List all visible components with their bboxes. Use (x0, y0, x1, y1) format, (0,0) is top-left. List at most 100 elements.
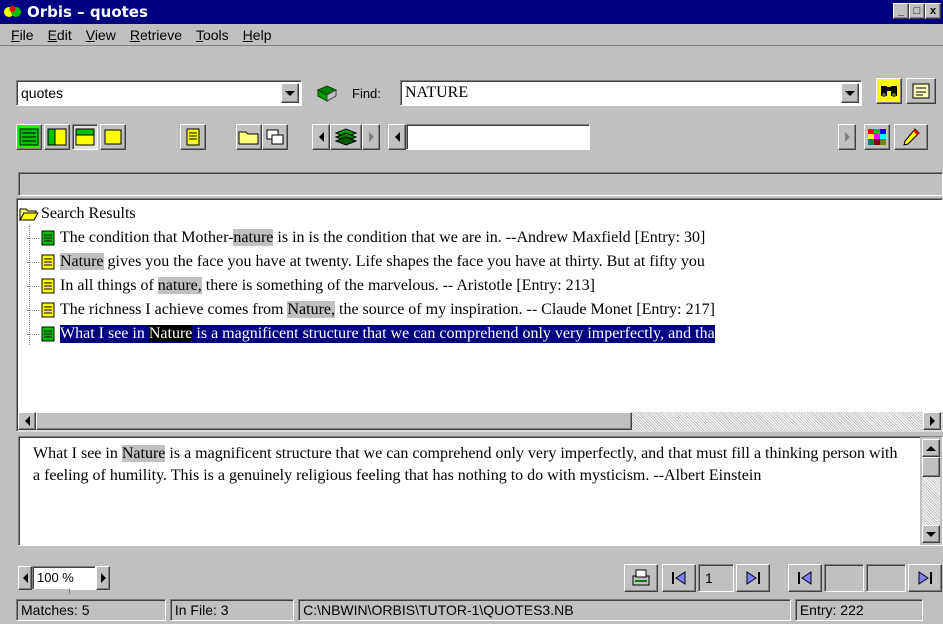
stack-button[interactable] (330, 124, 362, 150)
list-view-icon (912, 83, 930, 99)
page-number-field[interactable]: 1 (698, 564, 734, 592)
result-row[interactable]: In all things of nature, there is someth… (27, 275, 595, 297)
result-text: The richness I achieve comes from Nature… (60, 301, 715, 319)
scroll-thumb[interactable] (36, 412, 632, 430)
title-bar[interactable]: Orbis – quotes _ □ x (0, 0, 943, 24)
entry-preview-pane[interactable]: What I see in Nature is a magnificent st… (18, 436, 943, 546)
binoculars-button[interactable] (876, 78, 902, 104)
menu-edit[interactable]: Edit (41, 27, 79, 43)
green-layout-icon (19, 128, 39, 146)
view-split-vertical-button[interactable] (44, 124, 70, 150)
folder-icon (238, 131, 259, 145)
windows-button[interactable] (262, 124, 288, 150)
split-vertical-icon (47, 128, 67, 146)
search-results-tree: Search Results The condition that Mother… (16, 198, 943, 432)
find-label: Find: (352, 86, 381, 101)
tree-connector (27, 309, 39, 311)
arrow-down-icon (926, 531, 936, 537)
view-split-horizontal-button[interactable] (72, 124, 98, 150)
chevron-down-icon (285, 90, 295, 96)
result-text: Nature gives you the face you have at tw… (60, 253, 705, 271)
menu-view[interactable]: View (79, 27, 123, 43)
folder-button[interactable] (236, 124, 262, 150)
menu-bar: File Edit View Retrieve Tools Help (0, 24, 943, 46)
match-highlight: Nature, (287, 301, 335, 318)
zoom-field[interactable]: 100 % (32, 566, 96, 590)
scroll-up-button[interactable] (922, 439, 940, 457)
arrow-right-icon (368, 132, 374, 142)
scroll-track[interactable] (922, 477, 940, 525)
zoom-in-button[interactable] (96, 566, 110, 590)
prev-db-button[interactable] (312, 124, 330, 150)
status-path: C:\NBWIN\ORBIS\TUTOR-1\QUOTES3.NB (298, 599, 791, 621)
arrow-right-icon (844, 132, 850, 142)
printer-icon (632, 569, 650, 586)
document-icon (41, 254, 55, 270)
entry-field-a[interactable] (824, 564, 864, 592)
palette-button[interactable] (864, 124, 890, 150)
arrow-left-icon (22, 573, 28, 583)
result-text-segment: What I see in (60, 325, 149, 342)
nav-left-button[interactable] (388, 124, 406, 150)
scroll-track[interactable] (632, 412, 921, 430)
prev-page-button[interactable] (662, 564, 696, 592)
prev-entry-button[interactable] (788, 564, 822, 592)
binoculars-icon (881, 86, 897, 97)
find-combo[interactable]: NATURE (400, 80, 862, 106)
entry-field-b[interactable] (866, 564, 906, 592)
print-button[interactable] (624, 564, 658, 592)
zoom-out-button[interactable] (18, 566, 32, 590)
book-list-button[interactable] (906, 78, 936, 104)
nav-right-button[interactable] (838, 124, 856, 150)
next-page-button[interactable] (736, 564, 770, 592)
match-highlight: Nature (148, 325, 193, 342)
maximize-button[interactable]: □ (909, 3, 925, 19)
tree-horizontal-scrollbar[interactable] (18, 412, 943, 432)
view-text-only-button[interactable] (100, 124, 126, 150)
document-icon (186, 128, 200, 146)
database-value: quotes (21, 85, 64, 101)
result-row[interactable]: What I see in Nature is a magnificent st… (27, 323, 715, 345)
arrow-left-icon (672, 571, 686, 585)
tree-connector (27, 285, 39, 287)
tree-root[interactable]: Search Results (19, 205, 136, 223)
match-highlight: nature, (157, 277, 202, 294)
cascade-windows-icon (266, 129, 284, 145)
result-row[interactable]: Nature gives you the face you have at tw… (27, 251, 705, 273)
database-dropdown-button[interactable] (281, 83, 299, 103)
open-book-button[interactable] (314, 80, 340, 106)
result-row[interactable]: The condition that Mother-nature is in i… (27, 227, 705, 249)
document-button[interactable] (180, 124, 206, 150)
database-combo[interactable]: quotes (16, 80, 302, 106)
status-in-file: In File: 3 (169, 599, 295, 621)
menu-retrieve[interactable]: Retrieve (123, 27, 189, 43)
chevron-down-icon (845, 90, 855, 96)
arrow-left-icon (798, 571, 812, 585)
scroll-right-button[interactable] (923, 412, 941, 430)
window-title: Orbis – quotes (27, 3, 148, 21)
minimize-button[interactable]: _ (893, 3, 909, 19)
scroll-down-button[interactable] (922, 525, 940, 543)
menu-tools[interactable]: Tools (189, 27, 236, 43)
result-text-segment: there is something of the marvelous. -- … (201, 277, 595, 294)
close-button[interactable]: x (925, 3, 941, 19)
scroll-thumb[interactable] (922, 457, 940, 477)
orbis-app-icon (4, 6, 21, 17)
next-db-button[interactable] (362, 124, 380, 150)
tree-connector (27, 237, 39, 239)
next-entry-button[interactable] (908, 564, 942, 592)
preview-vertical-scrollbar[interactable] (920, 437, 942, 545)
zoom-slider-thumb[interactable] (34, 588, 70, 594)
pencil-button[interactable] (894, 124, 928, 150)
split-horizontal-icon (75, 128, 95, 146)
status-bar: Matches: 5 In File: 3 C:\NBWIN\ORBIS\TUT… (0, 596, 943, 624)
nav-field[interactable] (406, 124, 590, 150)
find-dropdown-button[interactable] (841, 83, 859, 103)
view-full-green-button[interactable] (16, 124, 42, 150)
tree-connector (27, 261, 39, 263)
result-row[interactable]: The richness I achieve comes from Nature… (27, 299, 715, 321)
menu-help[interactable]: Help (236, 27, 279, 43)
scroll-left-button[interactable] (18, 412, 36, 430)
match-highlight: nature (233, 229, 274, 246)
menu-file[interactable]: File (4, 27, 41, 43)
